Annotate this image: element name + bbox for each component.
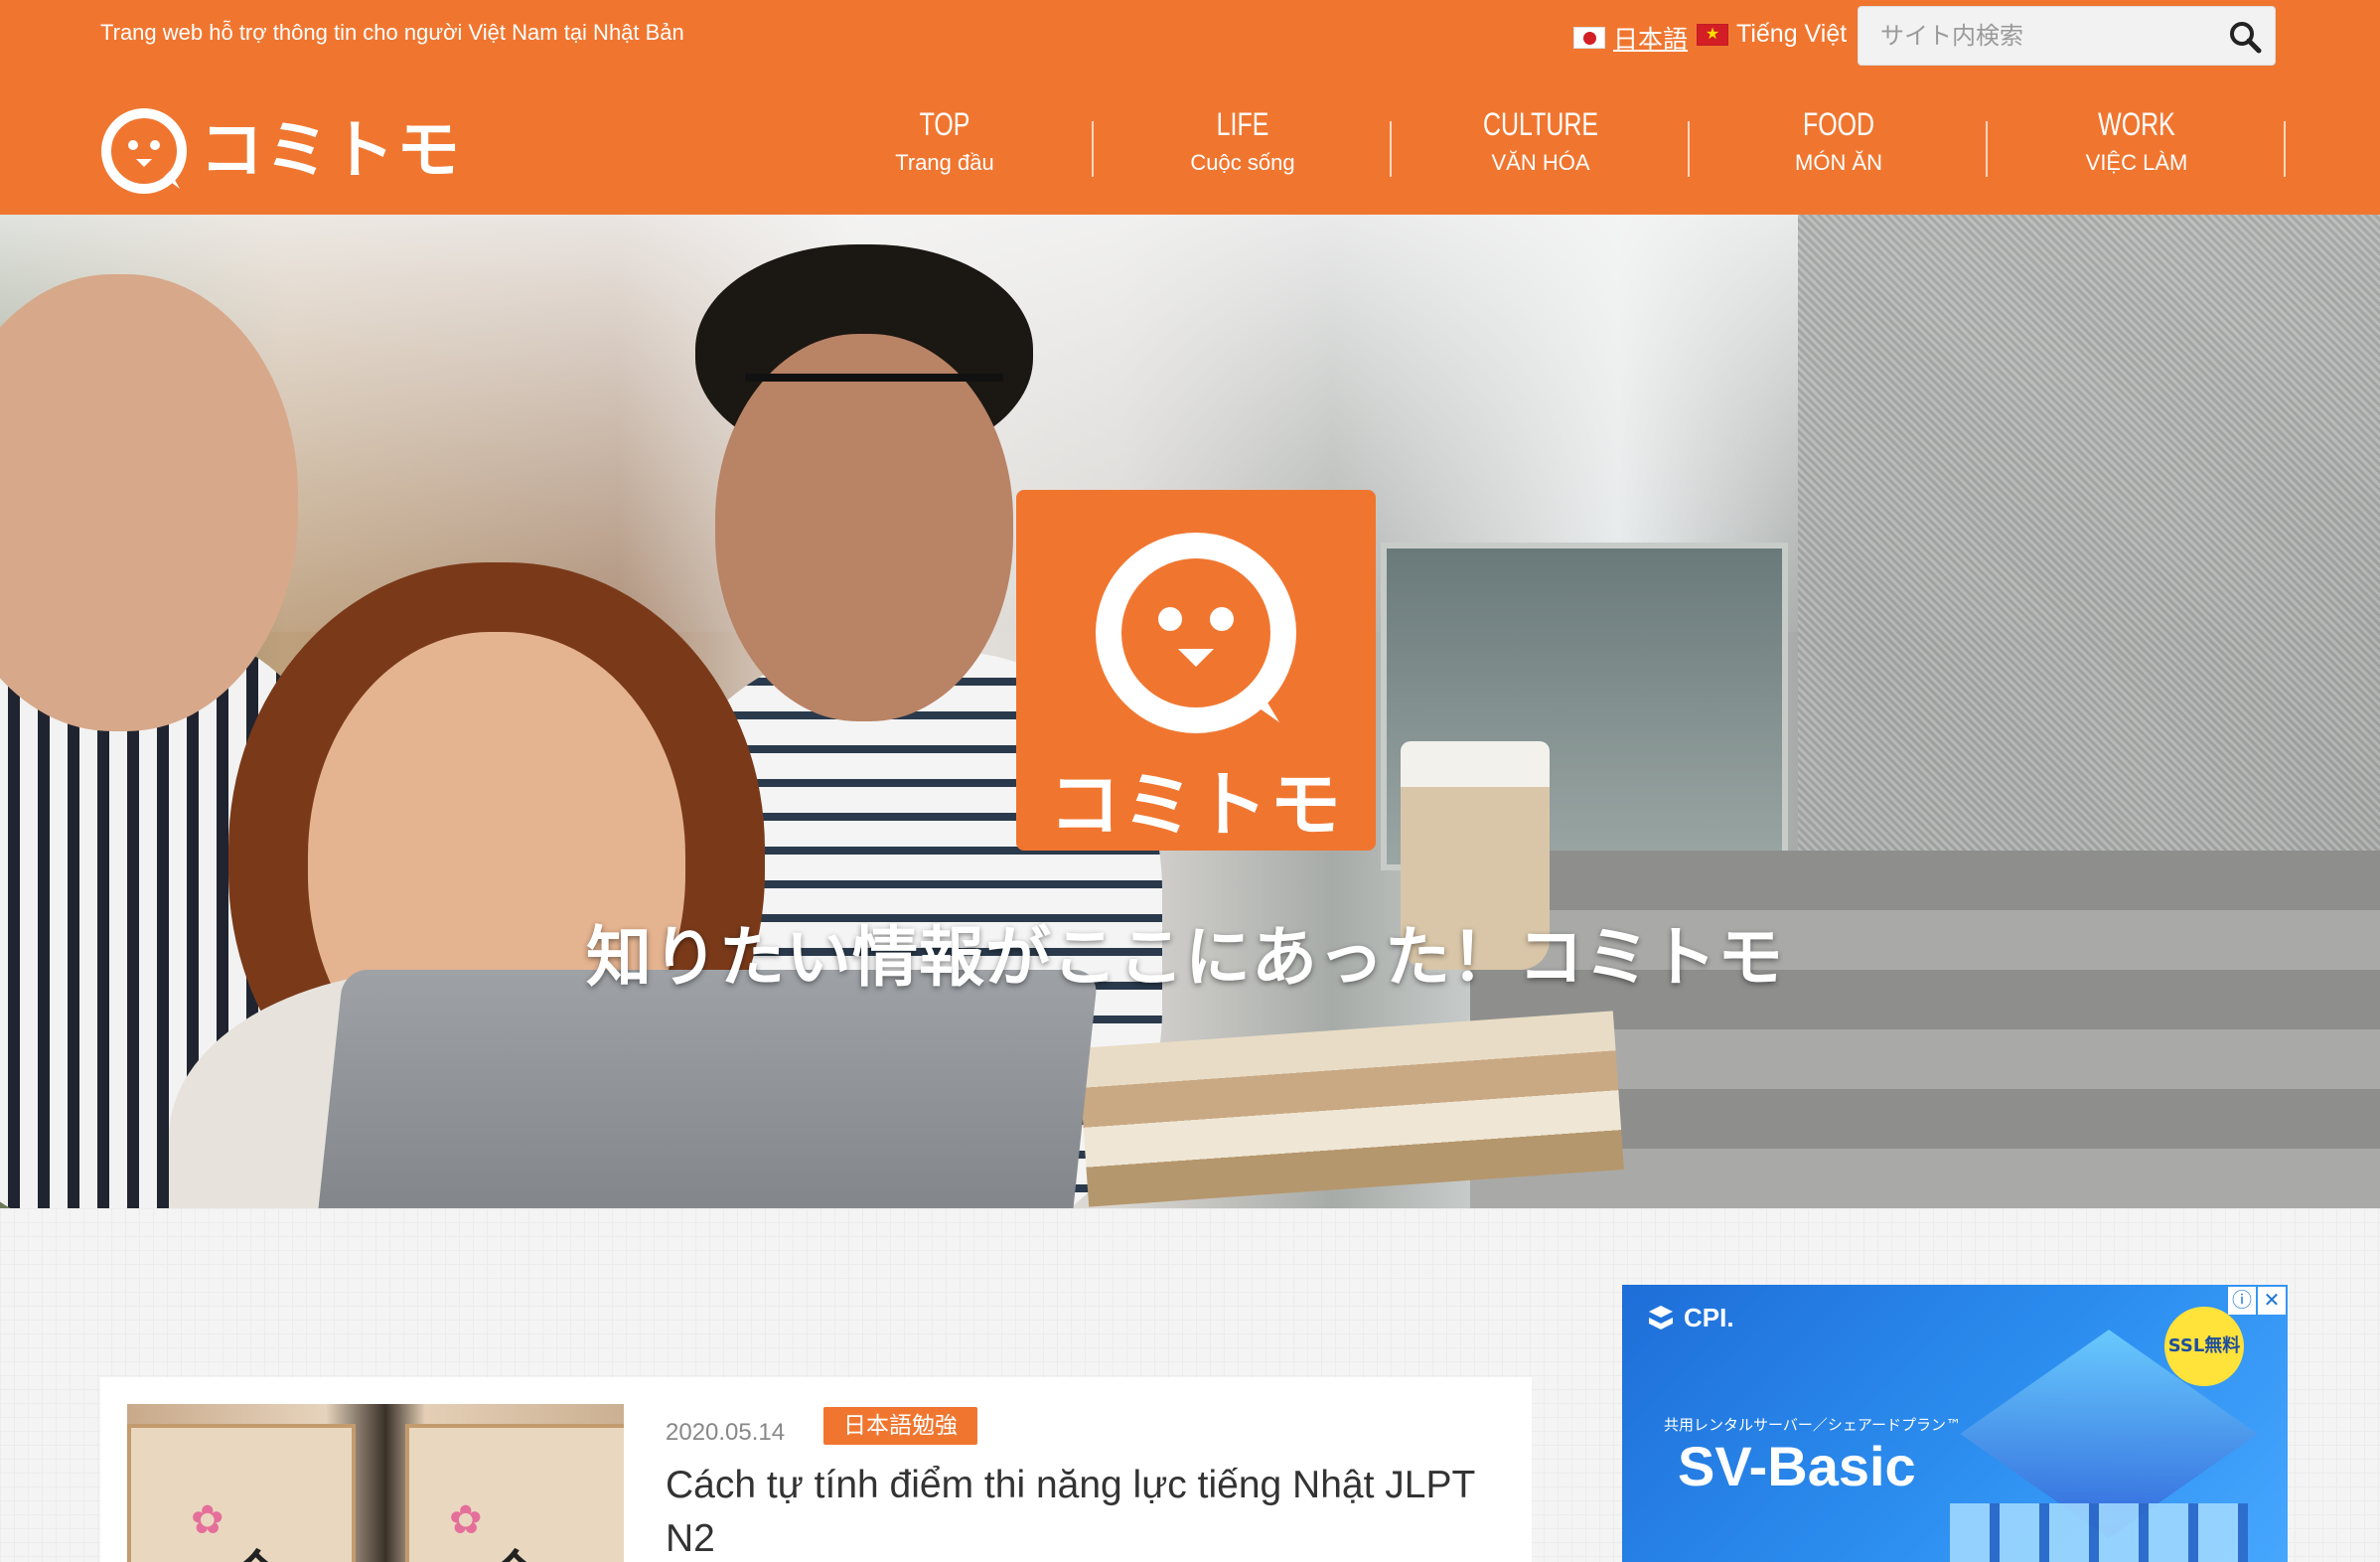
nav-label-vi: Cuộc sống: [1190, 150, 1295, 175]
lang-ja-label: 日本語: [1613, 26, 1689, 54]
smiley-logo-icon: [1096, 533, 1296, 733]
nav-label-en: LIFE: [1216, 106, 1269, 142]
ad-info-icon[interactable]: ⓘ: [2228, 1287, 2256, 1315]
nav-item-food[interactable]: FOOD MÓN ĂN: [1690, 103, 1988, 195]
ema-plaque: ✿ 合: [127, 1424, 356, 1562]
smiley-logo-icon: [101, 108, 187, 194]
nav-label-en: WORK: [2098, 106, 2175, 142]
lang-vi-label: Tiếng Việt: [1736, 20, 1848, 48]
japan-flag-icon: [1573, 27, 1605, 49]
ad-server-graphic: [1950, 1503, 2248, 1562]
logo-wordmark: コミトモ: [200, 114, 462, 188]
hero-logo-badge: コミトモ: [1016, 490, 1376, 851]
post-card[interactable]: ✿ 合 ✿ 合 2020.05.14 日本語勉強 Cách tự tính đi…: [100, 1377, 1532, 1562]
category-badge[interactable]: 日本語勉強: [823, 1407, 977, 1445]
blossom-icon: ✿: [191, 1498, 224, 1542]
nav-item-top[interactable]: TOP Trang đầu: [796, 103, 1094, 195]
hero-banner: コミトモ 知りたい情報がここにあった！コミトモ: [0, 215, 2380, 1208]
hero-logo-wordmark: コミトモ: [1048, 763, 1343, 847]
search-icon[interactable]: [2227, 19, 2263, 55]
thumb-kanji: 合: [479, 1527, 548, 1562]
post-date: 2020.05.14: [666, 1419, 786, 1446]
site-logo[interactable]: コミトモ: [100, 107, 462, 195]
glasses: [745, 374, 1003, 443]
nav-item-work[interactable]: WORK VIỆC LÀM: [1988, 103, 2286, 195]
ad-close-icon[interactable]: ✕: [2258, 1287, 2286, 1315]
cpi-logo-icon: [1649, 1305, 1673, 1329]
nav-label-vi: Trang đầu: [895, 150, 994, 175]
nav-label-vi: MÓN ĂN: [1795, 150, 1882, 175]
thumb-kanji: 合: [221, 1527, 290, 1562]
sidebar-ad[interactable]: ⓘ ✕ CPI. 共用レンタルサーバー／シェアードプラン™ SV-Basic S…: [1622, 1285, 2288, 1562]
content-area: ✿ 合 ✿ 合 2020.05.14 日本語勉強 Cách tự tính đi…: [0, 1208, 2380, 1562]
hero-tagline: 知りたい情報がここにあった！コミトモ: [586, 919, 1784, 996]
search-input[interactable]: [1859, 7, 2216, 65]
blossom-icon: ✿: [449, 1498, 483, 1542]
laptop: [312, 970, 1099, 1208]
ad-subtitle: 共用レンタルサーバー／シェアードプラン™: [1664, 1416, 1961, 1434]
nav-item-life[interactable]: LIFE Cuộc sống: [1094, 103, 1392, 195]
nav-label-vi: VIỆC LÀM: [2085, 150, 2188, 175]
ema-plaque: ✿ 合: [405, 1424, 624, 1562]
vietnam-flag-icon: ★: [1697, 23, 1728, 46]
ad-brand: CPI.: [1646, 1303, 1734, 1333]
post-thumbnail: ✿ 合 ✿ 合: [127, 1404, 624, 1562]
site-header: Trang web hỗ trợ thông tin cho người Việ…: [0, 0, 2380, 215]
nav-label-vi: VĂN HÓA: [1491, 150, 1590, 175]
nav-label-en: TOP: [919, 106, 970, 142]
lang-switch-japanese[interactable]: 日本語: [1573, 20, 1688, 56]
nav-label-en: CULTURE: [1482, 106, 1599, 142]
ad-brand-name: CPI.: [1684, 1303, 1734, 1332]
nav-item-culture[interactable]: CULTURE VĂN HÓA: [1392, 103, 1690, 195]
main-nav: TOP Trang đầu LIFE Cuộc sống CULTURE VĂN…: [796, 103, 2286, 195]
ad-product-name: SV-Basic: [1678, 1435, 1916, 1497]
ad-controls: ⓘ ✕: [2228, 1287, 2286, 1315]
lang-switch-vietnamese[interactable]: ★ Tiếng Việt: [1697, 20, 1847, 49]
post-title[interactable]: Cách tự tính điểm thi năng lực tiếng Nhậ…: [666, 1459, 1520, 1562]
nav-label-en: FOOD: [1802, 106, 1875, 142]
site-tagline: Trang web hỗ trợ thông tin cho người Việ…: [100, 20, 684, 45]
ad-ssl-badge: SSL無料: [2164, 1307, 2244, 1386]
site-search: [1858, 6, 2276, 66]
